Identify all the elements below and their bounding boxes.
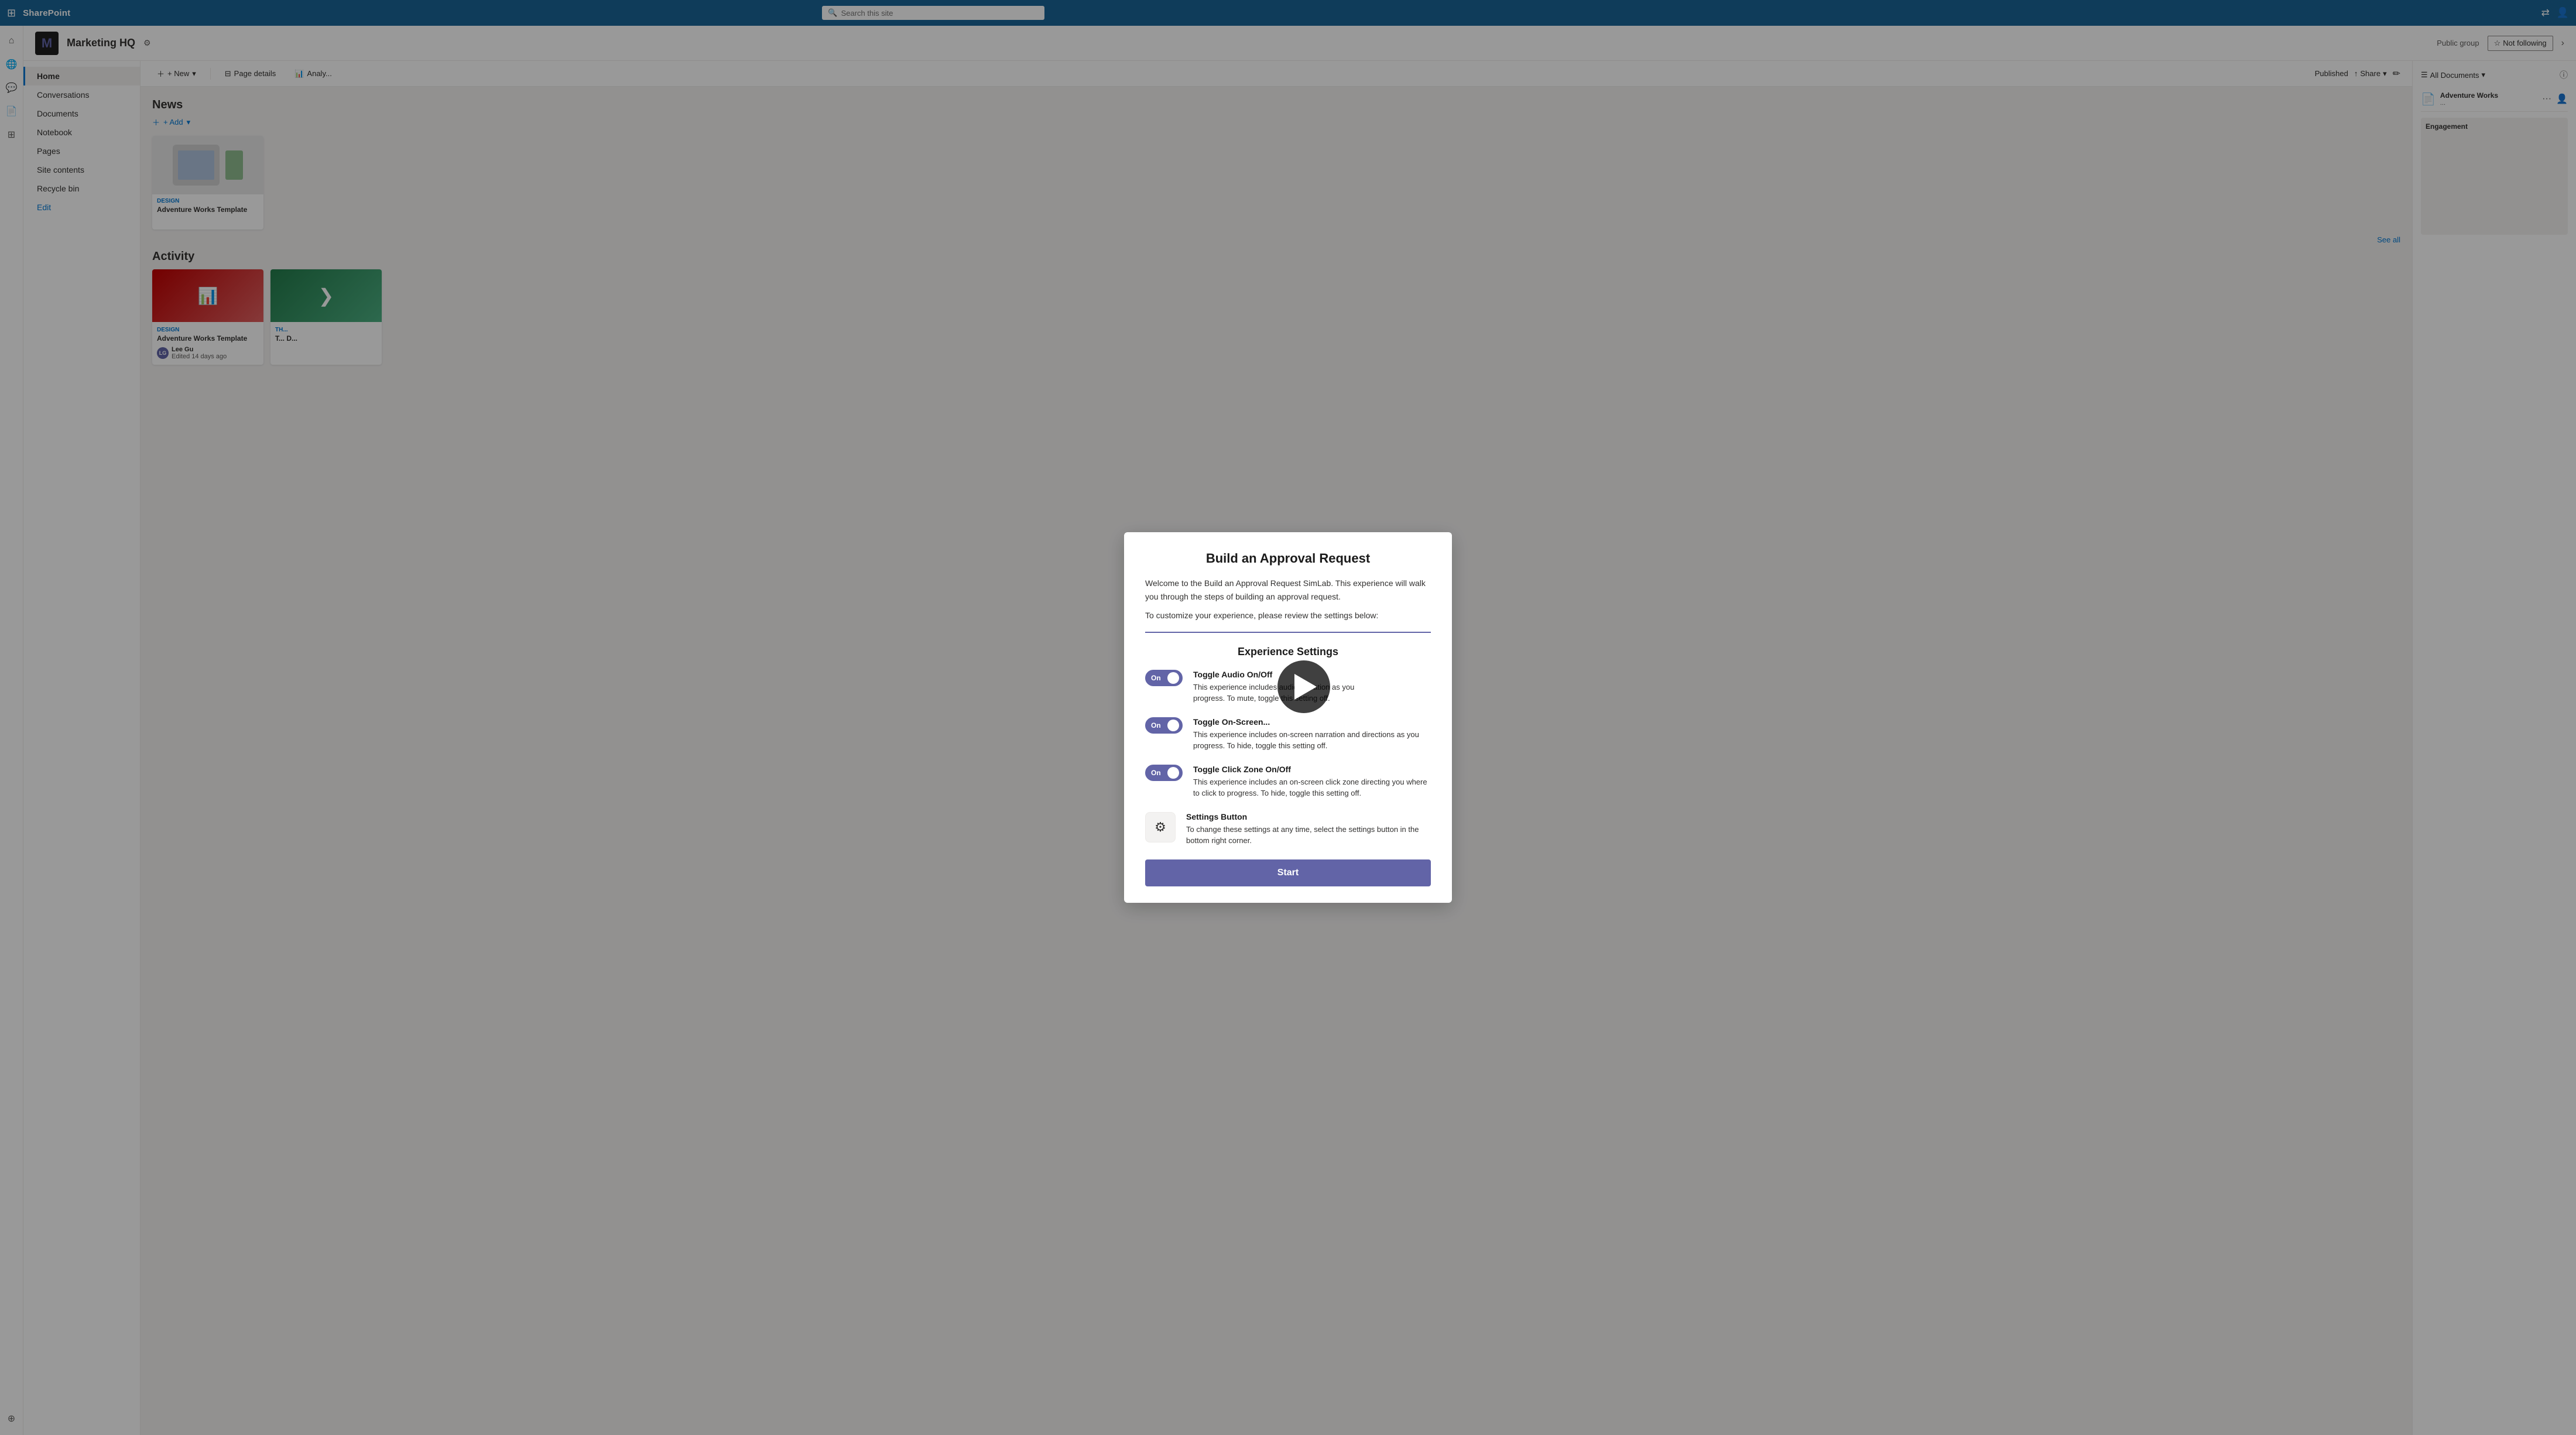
audio-toggle[interactable]: On xyxy=(1145,670,1183,686)
settings-button-info: Settings Button To change these settings… xyxy=(1186,812,1431,847)
clickzone-toggle-info: Toggle Click Zone On/Off This experience… xyxy=(1193,765,1431,799)
modal-title: Build an Approval Request xyxy=(1145,551,1431,566)
toggle-play-area: On Toggle Audio On/Off This experience i… xyxy=(1145,670,1431,704)
toggle-row-audio: On Toggle Audio On/Off This experience i… xyxy=(1145,670,1431,704)
onscreen-toggle[interactable]: On xyxy=(1145,717,1183,734)
start-button[interactable]: Start xyxy=(1145,859,1431,886)
settings-gear-icon: ⚙ xyxy=(1145,812,1176,842)
audio-toggle-info: Toggle Audio On/Off This experience incl… xyxy=(1193,670,1431,704)
clickzone-toggle[interactable]: On xyxy=(1145,765,1183,781)
onscreen-toggle-info: Toggle On-Screen... This experience incl… xyxy=(1193,717,1431,752)
modal-intro-1: Welcome to the Build an Approval Request… xyxy=(1145,577,1431,603)
modal-intro-2: To customize your experience, please rev… xyxy=(1145,609,1431,622)
audio-toggle-knob xyxy=(1167,672,1179,684)
onscreen-toggle-knob xyxy=(1167,720,1179,731)
clickzone-toggle-knob xyxy=(1167,767,1179,779)
modal-section-title: Experience Settings xyxy=(1145,646,1431,658)
approval-request-modal: Build an Approval Request Welcome to the… xyxy=(1124,532,1452,902)
modal-divider xyxy=(1145,632,1431,633)
settings-button-row: ⚙ Settings Button To change these settin… xyxy=(1145,812,1431,847)
toggle-row-onscreen: On Toggle On-Screen... This experience i… xyxy=(1145,717,1431,752)
toggle-row-clickzone: On Toggle Click Zone On/Off This experie… xyxy=(1145,765,1431,799)
modal-overlay: Build an Approval Request Welcome to the… xyxy=(0,0,2576,1435)
